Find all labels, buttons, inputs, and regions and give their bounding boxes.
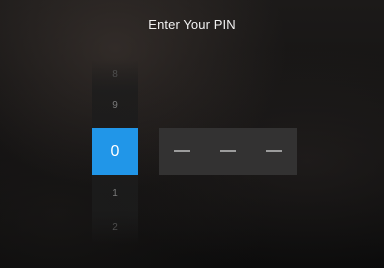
picker-digit-above-1[interactable]: 9 <box>92 100 138 111</box>
pin-digit-1[interactable]: 0 <box>92 128 138 175</box>
empty-digit-dash-icon <box>266 150 282 152</box>
picker-digit-below-2[interactable]: 2 <box>92 222 138 233</box>
pin-digit-2[interactable] <box>159 128 205 175</box>
pin-digit-1-value: 0 <box>110 143 120 160</box>
empty-digit-dash-icon <box>220 150 236 152</box>
empty-digit-dash-icon <box>174 150 190 152</box>
pin-digit-3[interactable] <box>205 128 251 175</box>
picker-digit-above-2[interactable]: 8 <box>92 69 138 80</box>
picker-digit-below-1[interactable]: 1 <box>92 188 138 199</box>
pin-digit-4[interactable] <box>251 128 297 175</box>
page-title: Enter Your PIN <box>148 17 236 32</box>
pin-entry-screen: Enter Your PIN 8 9 1 2 0 <box>0 0 384 268</box>
